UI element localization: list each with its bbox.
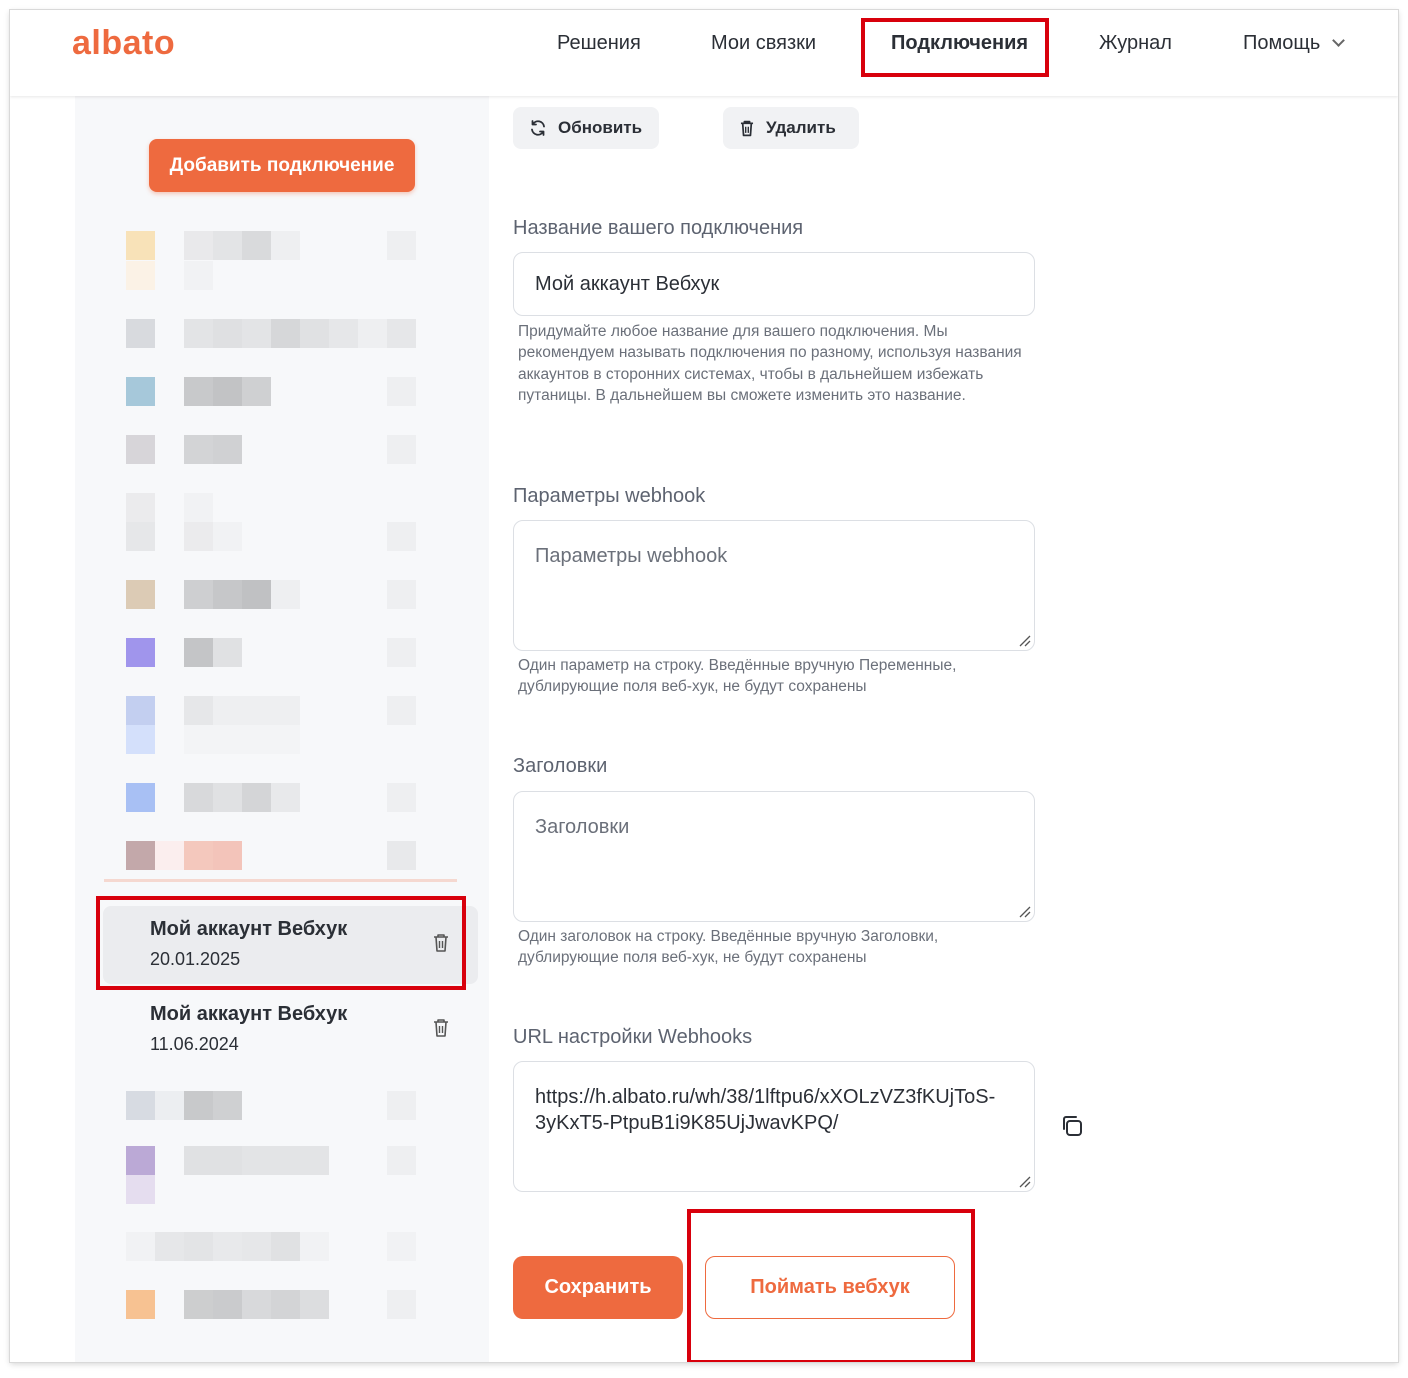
connection-date: 20.01.2025 [150, 949, 241, 969]
connection-name: Мой аккаунт Вебхук [150, 918, 348, 940]
refresh-button[interactable]: Обновить [513, 107, 659, 149]
chevron-down-icon [1332, 34, 1346, 47]
webhook-url-value: https://h.albato.ru/wh/38/1lftpu6/xXOLzV… [535, 1086, 996, 1134]
app-window: albato Решения Мои связки Подключения Жу… [10, 10, 1398, 1362]
nav-connections[interactable]: Подключения [891, 32, 1028, 55]
albato-logo[interactable]: albato [72, 24, 175, 63]
connection-date: 11.06.2024 [150, 1034, 239, 1054]
copy-icon[interactable] [1060, 1114, 1084, 1138]
connection-name-help: Придумайте любое название для вашего под… [518, 323, 1022, 404]
nav-my-bundles[interactable]: Мои связки [711, 32, 816, 55]
trash-icon[interactable] [432, 932, 450, 954]
trash-icon[interactable] [432, 1017, 450, 1039]
connections-sidebar: Добавить подключение Мой аккаунт Вебхук … [75, 96, 489, 1362]
obscured-list-item [126, 1146, 416, 1176]
nav-journal[interactable]: Журнал [1099, 32, 1172, 55]
webhook-url-label: URL настройки Webhooks [513, 1026, 753, 1048]
resize-grip-icon[interactable] [1017, 904, 1031, 918]
obscured-list-item [126, 1175, 416, 1205]
headers-textarea[interactable]: Заголовки [513, 791, 1035, 922]
resize-grip-icon[interactable] [1017, 1174, 1031, 1188]
obscured-list-item [126, 580, 416, 610]
webhook-params-placeholder: Параметры webhook [535, 545, 728, 567]
obscured-list-item [126, 696, 416, 726]
trash-icon [740, 120, 754, 136]
obscured-list-item [126, 435, 416, 465]
webhook-params-textarea[interactable]: Параметры webhook [513, 520, 1035, 651]
nav-help[interactable]: Помощь [1243, 32, 1346, 55]
delete-button[interactable]: Удалить [723, 107, 859, 149]
refresh-icon [531, 120, 545, 136]
obscured-list-item [126, 493, 416, 523]
delete-label: Удалить [766, 118, 836, 137]
obscured-list-item [126, 1091, 416, 1121]
webhook-params-label: Параметры webhook [513, 485, 706, 507]
obscured-list-item [126, 261, 416, 291]
connection-name-label: Название вашего подключения [513, 217, 804, 239]
catch-webhook-button[interactable]: Поймать вебхук [705, 1256, 955, 1319]
nav-help-label: Помощь [1243, 32, 1321, 54]
save-button[interactable]: Сохранить [513, 1256, 683, 1319]
resize-grip-icon[interactable] [1017, 633, 1031, 647]
obscured-list-item [126, 319, 416, 349]
obscured-list-item [126, 377, 416, 407]
nav-solutions[interactable]: Решения [557, 32, 641, 55]
obscured-list-item [126, 522, 416, 552]
list-divider [104, 879, 457, 882]
connection-name-input[interactable]: Мой аккаунт Вебхук [513, 252, 1035, 316]
connection-item[interactable]: Мой аккаунт Вебхук 11.06.2024 [103, 991, 478, 1069]
headers-placeholder: Заголовки [535, 816, 630, 838]
obscured-list-item [126, 231, 416, 261]
obscured-list-item [126, 841, 416, 871]
headers-help: Один заголовок на строку. Введённые вруч… [518, 928, 939, 967]
obscured-list-item [126, 638, 416, 668]
top-header: albato Решения Мои связки Подключения Жу… [10, 10, 1398, 96]
connection-item-selected[interactable]: Мой аккаунт Вебхук 20.01.2025 [103, 906, 478, 984]
obscured-list-item [126, 725, 416, 755]
webhook-params-help: Один параметр на строку. Введённые вручн… [518, 657, 957, 696]
add-connection-button[interactable]: Добавить подключение [149, 139, 415, 192]
obscured-list-item [126, 1290, 416, 1320]
obscured-list-item [126, 1232, 416, 1262]
refresh-label: Обновить [558, 118, 643, 137]
connection-name: Мой аккаунт Вебхук [150, 1003, 348, 1025]
headers-label: Заголовки [513, 755, 608, 777]
webhook-url-textarea[interactable]: https://h.albato.ru/wh/38/1lftpu6/xXOLzV… [513, 1061, 1035, 1192]
obscured-list-item [126, 783, 416, 813]
